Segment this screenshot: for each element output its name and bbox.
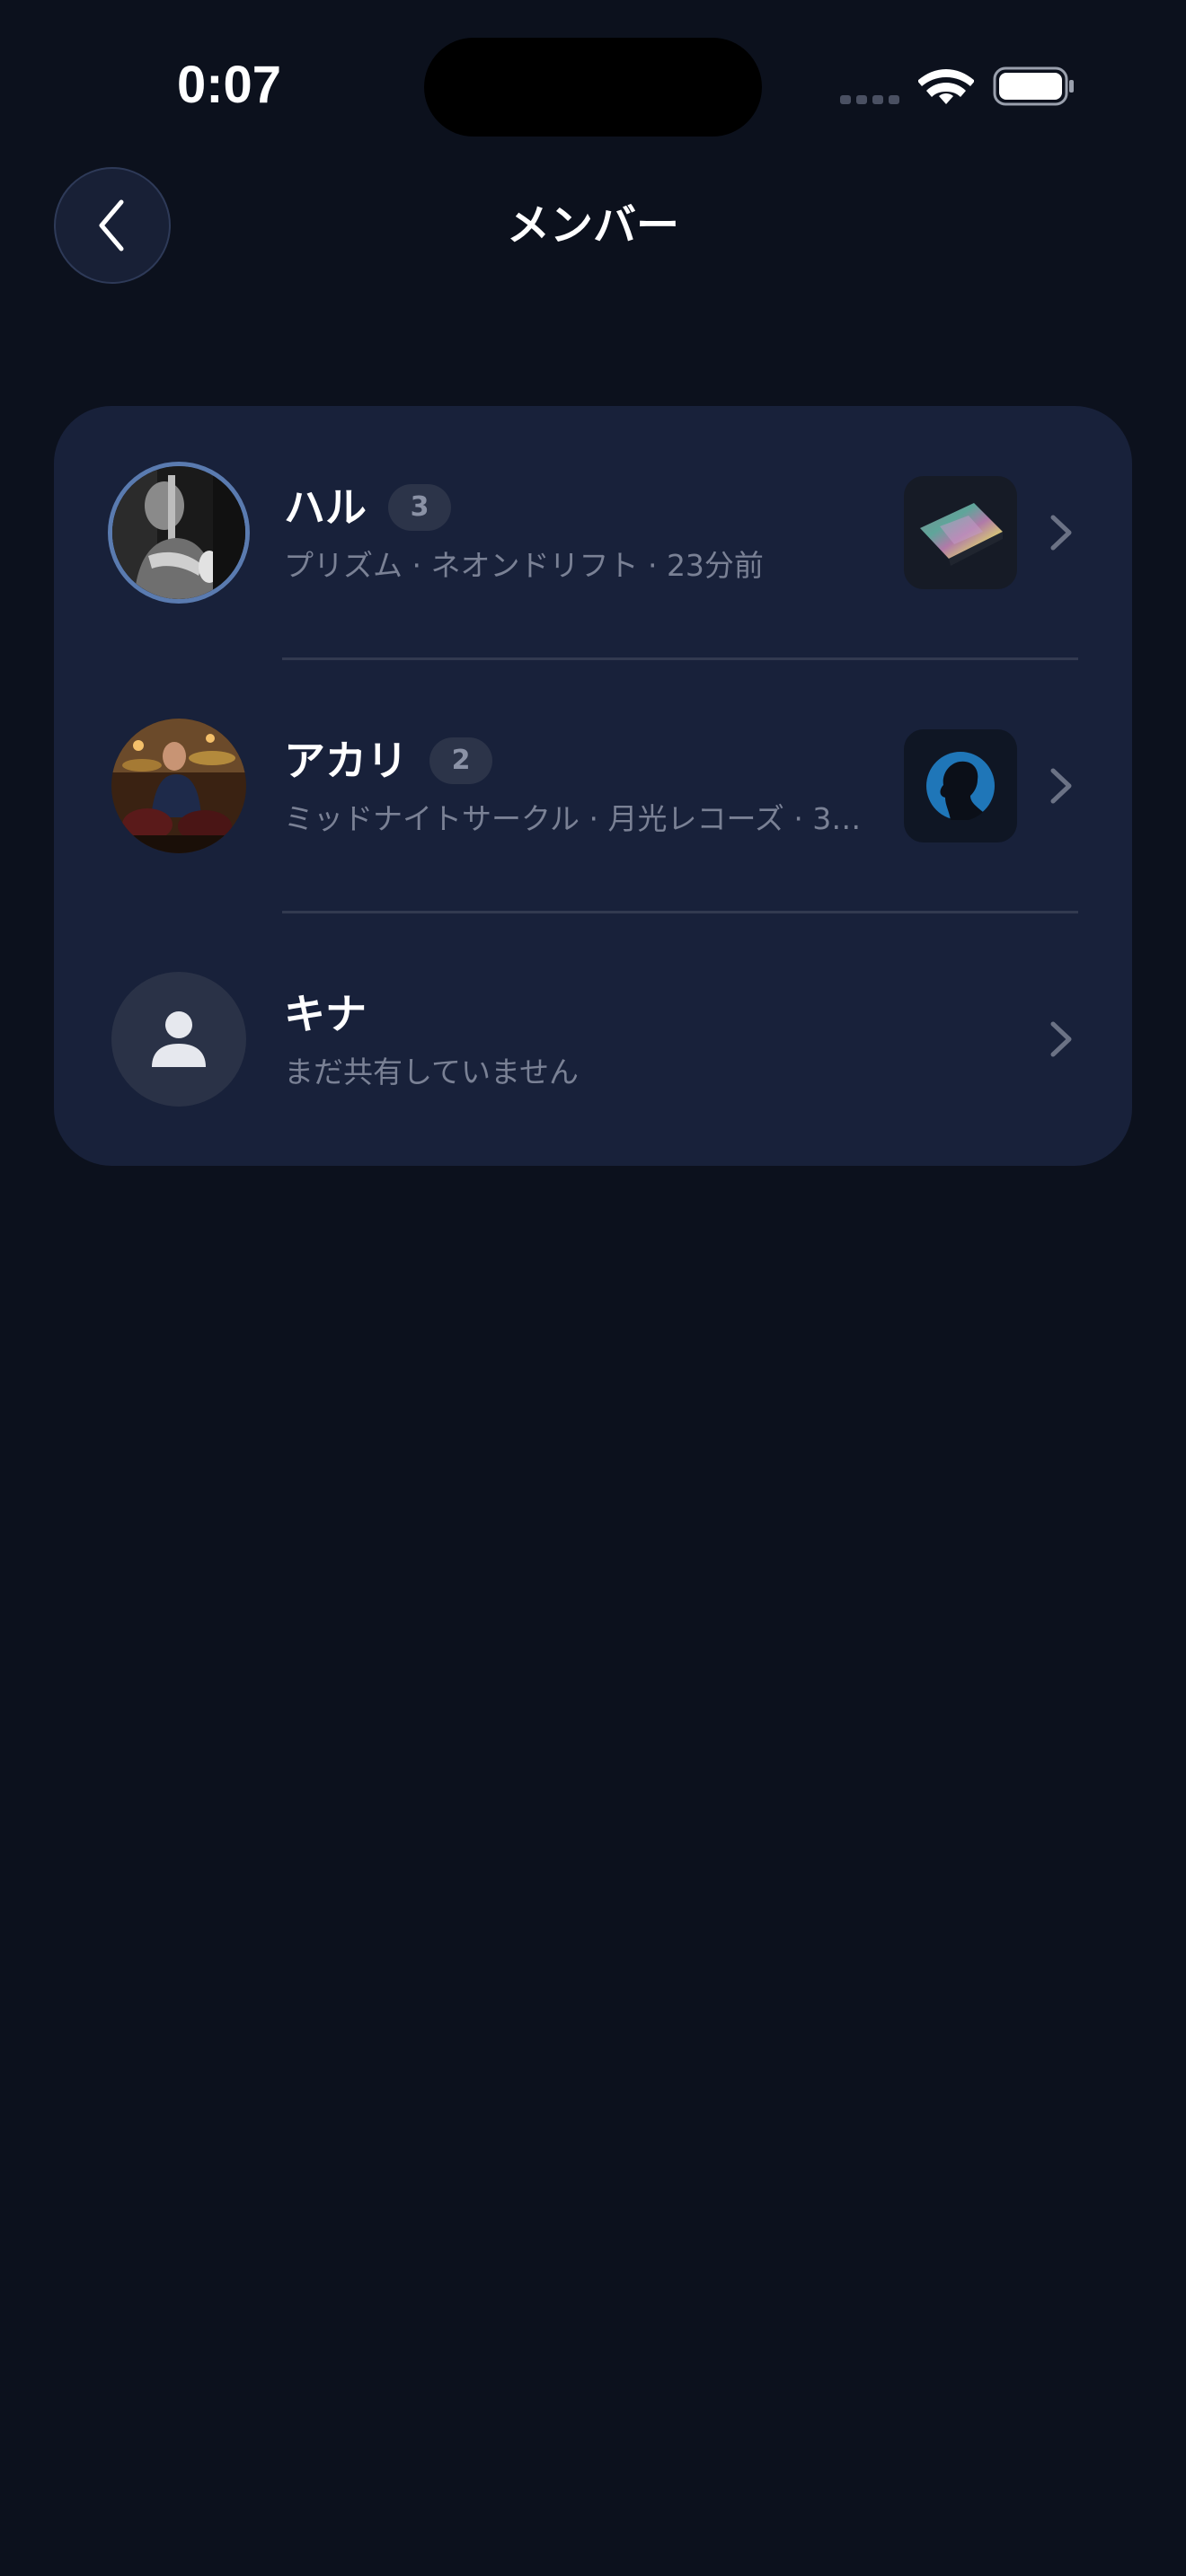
shared-item-thumbnail <box>904 476 1017 589</box>
cellular-signal-icon <box>840 93 903 106</box>
avatar <box>108 462 250 604</box>
chevron-right-icon <box>1050 1021 1072 1057</box>
battery-icon <box>993 66 1074 106</box>
avatar-placeholder <box>111 972 246 1107</box>
share-count-badge: 2 <box>429 737 492 784</box>
chevron-right-icon <box>1050 768 1072 804</box>
member-row-haru[interactable]: ハル 3 プリズム · ネオンドリフト · 23分前 <box>54 406 1132 659</box>
member-subtitle: まだ共有していません <box>284 1054 580 1090</box>
share-count-badge: 3 <box>388 484 451 531</box>
avatar <box>111 719 246 853</box>
member-row-akari[interactable]: アカリ 2 ミッドナイトサークル · 月光レコーズ · 3… <box>54 659 1132 913</box>
dynamic-island <box>424 38 762 137</box>
back-button[interactable] <box>54 167 171 284</box>
member-row-kina[interactable]: キナ まだ共有していません <box>54 913 1132 1166</box>
person-icon <box>152 1011 206 1067</box>
member-list: ハル 3 プリズム · ネオンドリフト · 23分前 アカリ 2 ミッドナイトサ… <box>54 406 1132 1166</box>
member-subtitle: ミッドナイトサークル · 月光レコーズ · 3… <box>284 801 862 836</box>
page-title: メンバー <box>506 200 679 251</box>
member-name: キナ <box>284 990 367 1038</box>
member-name: アカリ <box>284 737 408 785</box>
status-time: 0:07 <box>176 56 282 114</box>
wifi-icon <box>918 69 974 104</box>
chevron-right-icon <box>1050 515 1072 551</box>
chevron-left-icon <box>99 199 124 251</box>
member-subtitle: プリズム · ネオンドリフト · 23分前 <box>284 548 764 583</box>
member-name: ハル <box>284 483 367 532</box>
shared-item-thumbnail <box>904 729 1017 842</box>
members-screen: 0:07 メンバー ハル 3 プリズム · ネオンドリフト · 23分前 アカリ… <box>0 0 1186 2576</box>
